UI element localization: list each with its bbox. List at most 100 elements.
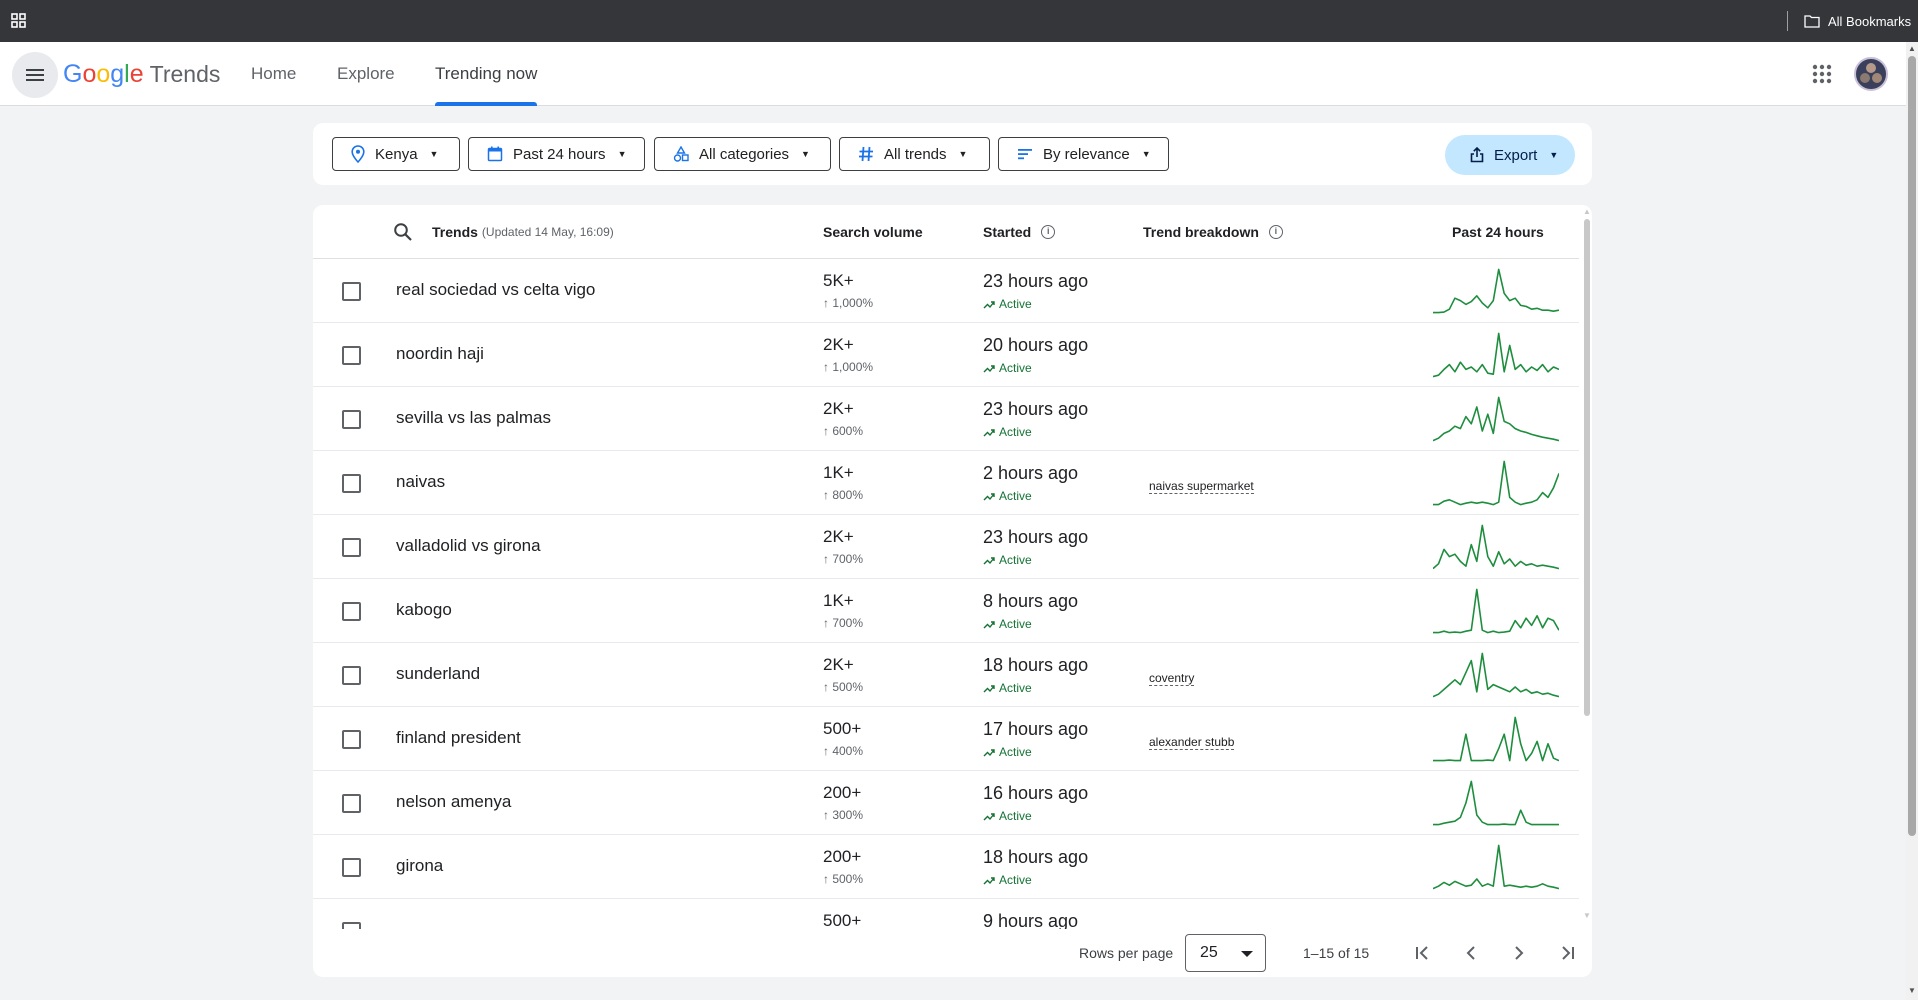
table-row[interactable]: kabogo 1K+ ↑ 700% 8 hours ago Active (313, 579, 1579, 643)
dropdown-caret-icon: ▼ (429, 149, 439, 159)
previous-page-button[interactable] (1457, 939, 1485, 967)
rows-per-page-select[interactable]: 25 (1185, 934, 1266, 972)
table-row[interactable]: real sociedad vs celta vigo 5K+ ↑ 1,000% 23… (313, 259, 1579, 323)
trending-up-icon (983, 876, 995, 884)
search-trends-button[interactable] (393, 205, 413, 259)
apps-shortcut-icon[interactable] (10, 12, 28, 30)
trend-name[interactable]: sevilla vs las palmas (396, 408, 551, 428)
info-icon[interactable]: i (1268, 225, 1283, 239)
search-volume: 2K+ (823, 399, 854, 418)
row-checkbox[interactable] (342, 346, 361, 365)
chevron-right-icon (1515, 946, 1524, 960)
started-time: 17 hours ago (983, 719, 1089, 739)
trend-name[interactable]: valladolid vs girona (396, 536, 541, 556)
all-bookmarks-button[interactable]: All Bookmarks (1804, 11, 1911, 31)
volume-increase: ↑ 400% (823, 744, 864, 758)
status-label: Active (999, 425, 1032, 439)
table-scrollbar[interactable]: ▲ ▼ (1581, 205, 1592, 977)
first-page-button[interactable] (1409, 939, 1437, 967)
last-page-button[interactable] (1553, 939, 1581, 967)
sparkline-series (1433, 780, 1559, 826)
trend-name[interactable]: nelson amenya (396, 792, 511, 812)
table-row[interactable]: 500+ 9 hours ago (313, 899, 1579, 929)
scroll-down-icon[interactable]: ▼ (1583, 911, 1591, 920)
location-filter[interactable]: Kenya ▼ (332, 137, 460, 171)
info-icon[interactable]: i (1041, 225, 1056, 239)
sparkline-series (1433, 460, 1559, 506)
row-checkbox[interactable] (342, 538, 361, 557)
page-scrollbar[interactable]: ▲ ▼ (1906, 42, 1918, 1000)
table-scroll-thumb[interactable] (1584, 219, 1590, 716)
table-row[interactable]: girona 200+ ↑ 500% 18 hours ago Active (313, 835, 1579, 899)
status-label: Active (999, 873, 1032, 887)
row-checkbox[interactable] (342, 794, 361, 813)
export-button[interactable]: Export ▼ (1445, 135, 1575, 175)
trend-name[interactable]: girona (396, 856, 443, 876)
trend-name[interactable]: noordin haji (396, 344, 484, 364)
trend-name[interactable]: naivas (396, 472, 445, 492)
sort-filter[interactable]: By relevance ▼ (998, 137, 1169, 171)
dropdown-caret-icon: ▼ (958, 149, 968, 159)
sparkline-chart (1433, 524, 1559, 570)
trend-name[interactable]: sunderland (396, 664, 480, 684)
page-scroll-up-icon[interactable]: ▲ (1908, 44, 1916, 53)
row-checkbox[interactable] (342, 474, 361, 493)
category-shapes-icon (673, 146, 689, 162)
nav-home[interactable]: Home (251, 42, 296, 106)
sparkline-series (1433, 716, 1559, 762)
row-checkbox[interactable] (342, 922, 361, 929)
row-checkbox[interactable] (342, 410, 361, 429)
table-row[interactable]: nelson amenya 200+ ↑ 300% 16 hours ago Activ… (313, 771, 1579, 835)
volume-increase: ↑ 1,000% (823, 296, 874, 310)
row-checkbox[interactable] (342, 730, 361, 749)
row-checkbox[interactable] (342, 282, 361, 301)
nav-trending-now[interactable]: Trending now (435, 42, 538, 106)
google-trends-logo[interactable]: Google Trends (63, 60, 220, 89)
trend-name[interactable]: finland president (396, 728, 521, 748)
main-menu-button[interactable] (12, 52, 58, 98)
sparkline-series (1433, 332, 1559, 378)
table-row[interactable]: naivas 1K+ ↑ 800% 2 hours ago Active naivas s… (313, 451, 1579, 515)
app-header: Google Trends Home Explore Trending now (0, 42, 1918, 106)
status-label: Active (999, 297, 1032, 311)
google-apps-icon[interactable] (1810, 62, 1834, 86)
sparkline-series (1433, 396, 1559, 442)
table-row[interactable]: valladolid vs girona 2K+ ↑ 700% 23 hours ag… (313, 515, 1579, 579)
table-row[interactable]: finland president 500+ ↑ 400% 17 hours ago A… (313, 707, 1579, 771)
trend-name[interactable]: kabogo (396, 600, 452, 620)
trend-breakdown-chip[interactable]: naivas supermarket (1149, 479, 1254, 494)
trending-up-icon (983, 428, 995, 436)
trending-up-icon (983, 300, 995, 308)
trend-name[interactable]: real sociedad vs celta vigo (396, 280, 595, 300)
category-filter-label: All categories (699, 145, 790, 163)
sort-filter-label: By relevance (1043, 145, 1130, 163)
avatar-image-icon (1860, 63, 1882, 83)
time-range-filter[interactable]: Past 24 hours ▼ (468, 137, 645, 171)
page-scroll-down-icon[interactable]: ▼ (1908, 986, 1916, 995)
page-scroll-thumb[interactable] (1908, 56, 1916, 836)
next-page-button[interactable] (1505, 939, 1533, 967)
rows-per-page-value: 25 (1200, 944, 1218, 961)
trend-type-filter[interactable]: All trends ▼ (839, 137, 990, 171)
scroll-up-icon[interactable]: ▲ (1583, 207, 1591, 216)
row-checkbox[interactable] (342, 858, 361, 877)
row-checkbox[interactable] (342, 666, 361, 685)
started-header[interactable]: Started i (983, 205, 1056, 259)
sparkline-chart (1433, 780, 1559, 826)
volume-increase: ↑ 600% (823, 424, 864, 438)
table-row[interactable]: sevilla vs las palmas 2K+ ↑ 600% 23 hours a… (313, 387, 1579, 451)
trends-header-label: Trends (432, 224, 478, 240)
all-bookmarks-label: All Bookmarks (1828, 13, 1912, 29)
category-filter[interactable]: All categories ▼ (654, 137, 831, 171)
trend-breakdown-chip[interactable]: coventry (1149, 671, 1195, 686)
search-volume-header[interactable]: Search volume (823, 205, 923, 259)
table-row[interactable]: noordin haji 2K+ ↑ 1,000% 20 hours ago Activ… (313, 323, 1579, 387)
nav-explore[interactable]: Explore (337, 42, 395, 106)
trend-breakdown-chip[interactable]: alexander stubb (1149, 735, 1235, 750)
started-time: 18 hours ago (983, 655, 1089, 675)
sparkline-series (1433, 844, 1559, 890)
table-row[interactable]: sunderland 2K+ ↑ 500% 18 hours ago Active cov… (313, 643, 1579, 707)
account-avatar[interactable] (1854, 57, 1888, 91)
row-checkbox[interactable] (342, 602, 361, 621)
trending-up-icon (983, 556, 995, 564)
